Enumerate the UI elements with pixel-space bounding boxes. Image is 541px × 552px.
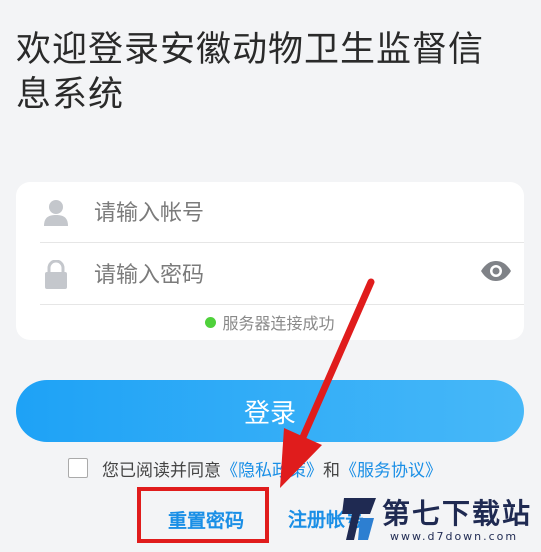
agree-checkbox[interactable]	[68, 458, 88, 478]
service-agreement-link[interactable]: 《服务协议》	[340, 456, 442, 481]
watermark-url: www.d7down.com	[390, 530, 519, 543]
account-input[interactable]	[94, 200, 454, 226]
eye-icon[interactable]	[480, 260, 512, 286]
divider	[40, 242, 524, 243]
password-input[interactable]	[94, 262, 454, 288]
watermark: 第七下载站 www.d7down.com	[340, 490, 540, 552]
server-status: 服务器连接成功	[16, 310, 524, 334]
user-icon	[40, 197, 72, 229]
agreement-row: 您已阅读并同意 《隐私政策》 和 《服务协议》	[68, 456, 442, 481]
annotation-highlight-box	[137, 487, 269, 543]
password-row	[40, 246, 524, 304]
account-row	[40, 184, 524, 242]
login-button[interactable]: 登录	[16, 380, 524, 442]
page-title: 欢迎登录安徽动物卫生监督信息系统	[16, 30, 485, 115]
status-dot-icon	[205, 316, 217, 328]
login-card: 服务器连接成功	[16, 182, 524, 340]
divider	[40, 304, 524, 305]
lock-icon	[40, 259, 72, 291]
watermark-brand: 第七下载站	[382, 497, 533, 530]
agreement-prefix: 您已阅读并同意	[102, 460, 221, 481]
agreement-and: 和	[323, 460, 340, 481]
status-text: 服务器连接成功	[222, 314, 335, 333]
watermark-logo-icon	[342, 498, 376, 540]
privacy-policy-link[interactable]: 《隐私政策》	[221, 456, 323, 481]
